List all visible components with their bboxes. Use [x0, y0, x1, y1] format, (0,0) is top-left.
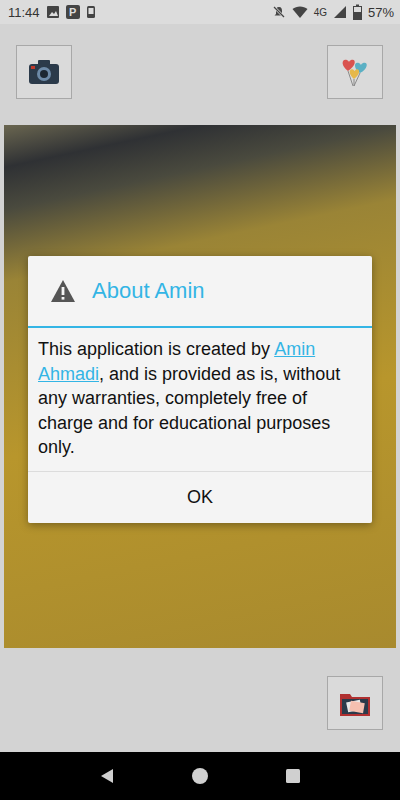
navigation-bar: [0, 752, 400, 800]
image-icon: [46, 5, 60, 19]
dialog-message: This application is created by Amin Ahma…: [28, 328, 372, 471]
phone-icon: [86, 5, 96, 19]
ok-button[interactable]: OK: [28, 472, 372, 523]
status-bar: 11:44 P 4G 57%: [0, 0, 400, 24]
warning-icon: [50, 279, 76, 303]
battery-percent: 57%: [368, 5, 394, 20]
camera-button[interactable]: [16, 45, 72, 99]
heart-balloons-icon: [338, 55, 372, 89]
title-divider: [28, 326, 372, 328]
network-type: 4G: [314, 7, 327, 18]
signal-icon: [333, 5, 347, 19]
screen: 11:44 P 4G 57% About Amin This application is…: [0, 0, 400, 800]
clock: 11:44: [8, 5, 40, 20]
wifi-icon: [292, 5, 308, 19]
home-icon[interactable]: [191, 767, 209, 785]
recents-icon[interactable]: [284, 767, 302, 785]
back-icon[interactable]: [98, 767, 116, 785]
about-dialog: About Amin This application is created by…: [28, 256, 372, 523]
camera-icon: [27, 57, 61, 87]
notification-badge: P: [66, 5, 80, 19]
gallery-button[interactable]: [327, 676, 383, 730]
dialog-title: About Amin: [92, 278, 205, 304]
photo-folder-icon: [338, 688, 372, 718]
app-content: About Amin This application is created by…: [0, 24, 400, 752]
author-link[interactable]: Amin Ahmadi: [38, 339, 315, 384]
mute-icon: [272, 5, 286, 19]
battery-icon: [353, 4, 362, 20]
effects-button[interactable]: [327, 45, 383, 99]
